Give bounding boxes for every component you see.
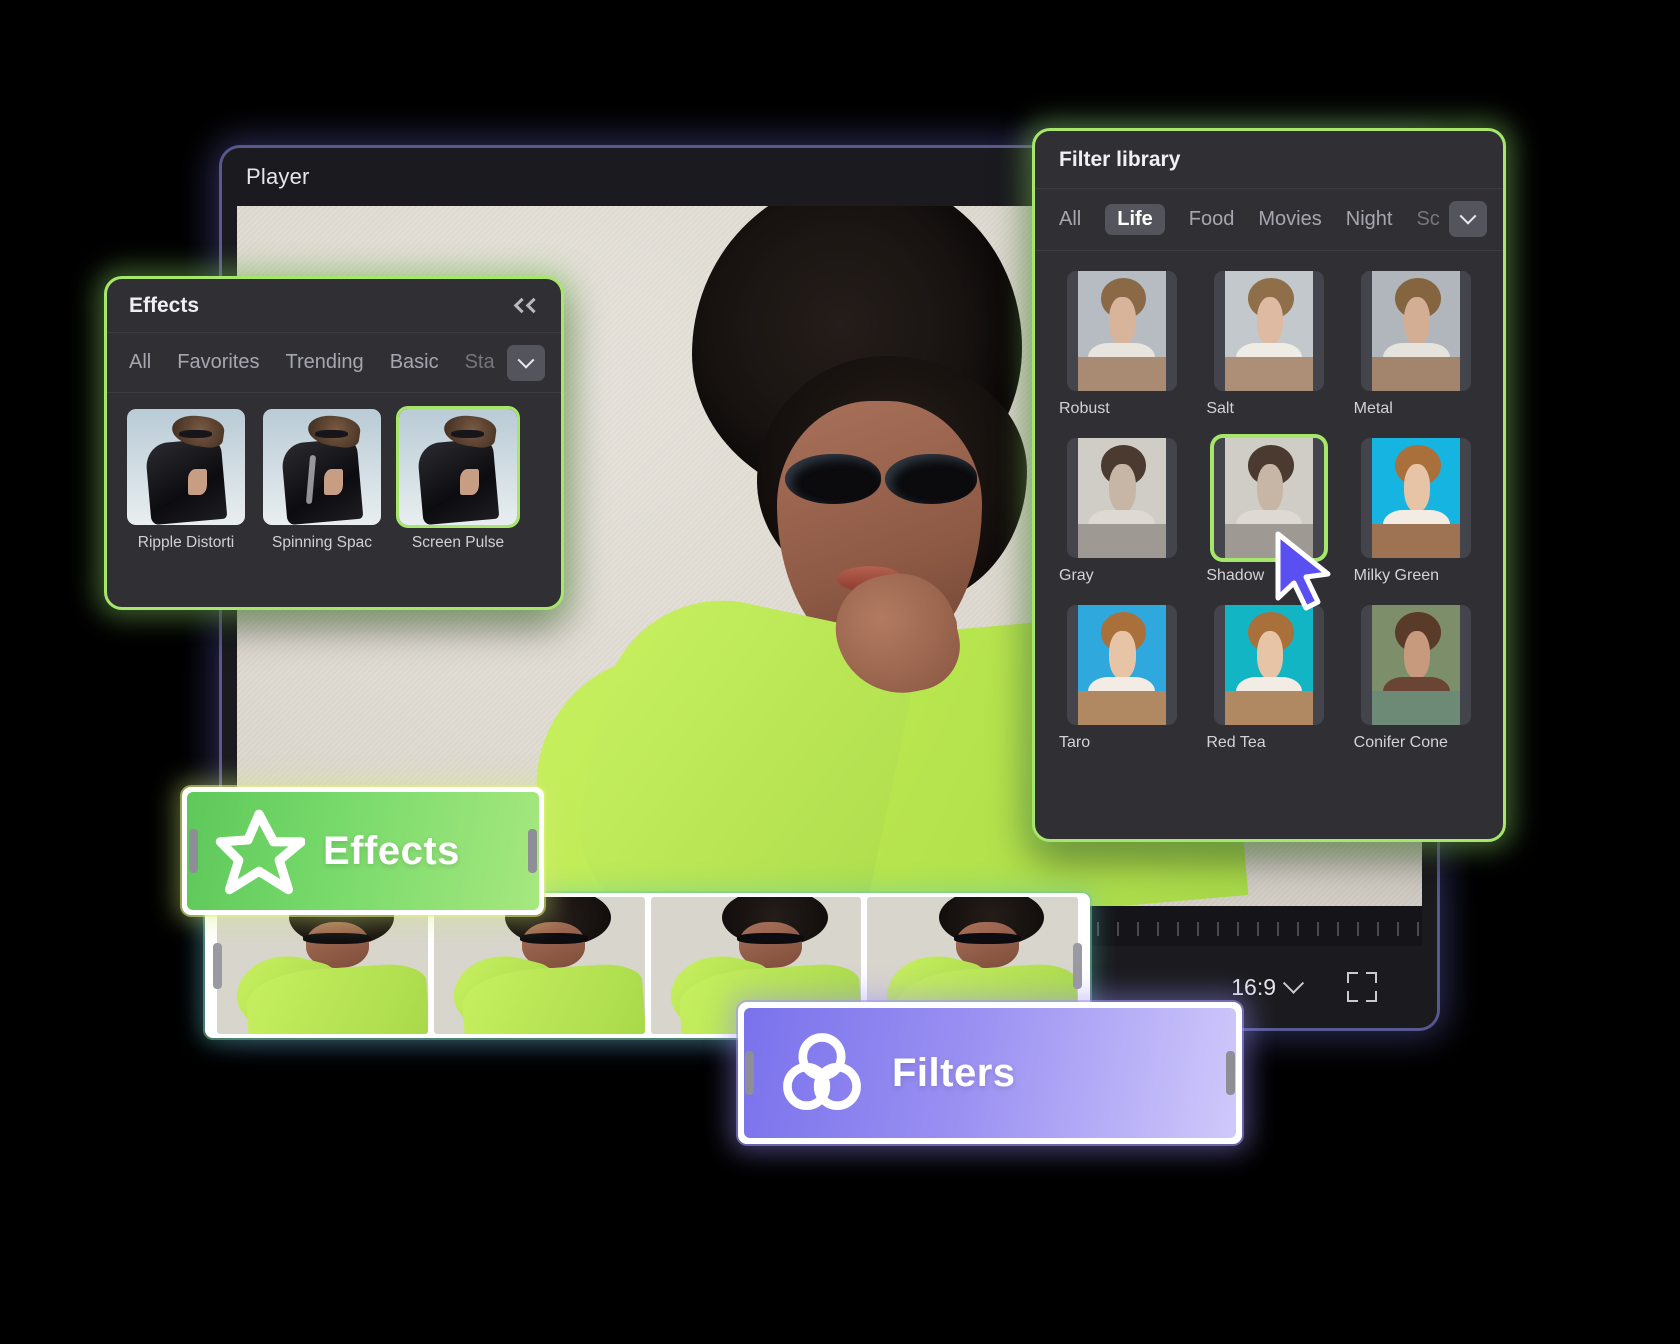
filter-label: Metal — [1353, 400, 1393, 417]
filmstrip-frame[interactable] — [433, 897, 645, 1034]
effect-item-spinning-space[interactable]: Spinning Spac — [263, 409, 381, 552]
three-circles-icon — [783, 1033, 861, 1110]
effect-thumbnail — [127, 409, 245, 525]
effects-tabs-more-button[interactable] — [507, 345, 545, 381]
filter-thumbnail — [1361, 438, 1472, 558]
tab-basic[interactable]: Basic — [390, 351, 439, 374]
filter-item-conifer-cone[interactable]: Conifer Cone — [1354, 605, 1479, 752]
effect-label: Ripple Distorti — [137, 534, 235, 551]
page-title: Player — [246, 164, 310, 189]
filter-thumbnail — [1213, 271, 1324, 391]
filter-item-gray[interactable]: Gray — [1059, 438, 1184, 585]
effects-grid: Ripple Distorti Spinning Spac Screen Pul… — [107, 393, 561, 552]
effect-item-ripple-distortion[interactable]: Ripple Distorti — [127, 409, 245, 552]
clip-trim-handle-left[interactable] — [189, 829, 198, 873]
tab-trending[interactable]: Trending — [285, 351, 363, 374]
chevron-down-icon — [517, 351, 535, 369]
filter-thumbnail — [1066, 438, 1177, 558]
filter-thumbnail — [1066, 271, 1177, 391]
tab-all[interactable]: All — [129, 351, 151, 374]
filter-thumbnail — [1213, 438, 1324, 558]
double-chevron-left-icon[interactable] — [513, 297, 542, 314]
star-outline-icon — [215, 809, 305, 895]
tab-stack-truncated[interactable]: Sta — [465, 351, 495, 374]
chevron-down-icon — [1282, 972, 1305, 994]
track-trim-handle-left[interactable] — [213, 942, 222, 989]
fullscreen-icon[interactable] — [1347, 972, 1377, 1002]
effect-item-screen-pulse[interactable]: Screen Pulse — [399, 409, 517, 552]
tab-scenery-truncated[interactable]: Sc — [1416, 208, 1439, 231]
filter-label: Gray — [1059, 567, 1094, 584]
filter-label: Red Tea — [1206, 734, 1266, 751]
filter-item-taro[interactable]: Taro — [1059, 605, 1184, 752]
effects-panel-title: Effects — [129, 293, 200, 317]
filter-item-robust[interactable]: Robust — [1059, 271, 1184, 418]
filter-category-tabs: All Life Food Movies Night Sc — [1035, 189, 1503, 251]
effect-thumbnail — [263, 409, 381, 525]
filter-item-shadow[interactable]: Shadow — [1206, 438, 1331, 585]
tab-night[interactable]: Night — [1346, 208, 1393, 231]
preview-subject-sunglasses — [785, 454, 985, 506]
timeline-clip-filters[interactable]: Filters — [738, 1002, 1242, 1144]
tab-movies[interactable]: Movies — [1258, 208, 1321, 231]
chevron-down-icon — [1459, 207, 1477, 225]
timeline-clip-effects[interactable]: Effects — [182, 787, 544, 915]
filmstrip-frame[interactable] — [217, 897, 428, 1034]
filter-item-milky-green[interactable]: Milky Green — [1354, 438, 1479, 585]
filter-item-salt[interactable]: Salt — [1206, 271, 1331, 418]
tab-favorites[interactable]: Favorites — [177, 351, 259, 374]
effect-thumbnail — [399, 409, 517, 525]
filter-label: Salt — [1206, 400, 1234, 417]
filter-label: Conifer Cone — [1353, 734, 1448, 751]
filter-label: Taro — [1059, 734, 1091, 751]
app-root: Player 8 16:9 — [0, 0, 1680, 1344]
effects-panel: Effects All Favorites Trending Basic Sta… — [104, 276, 564, 610]
tab-all[interactable]: All — [1059, 208, 1081, 231]
clip-trim-handle-right[interactable] — [1226, 1051, 1235, 1095]
filter-thumbnail — [1361, 605, 1472, 725]
filter-library-title: Filter library — [1059, 147, 1181, 171]
effects-category-tabs: All Favorites Trending Basic Sta — [107, 333, 561, 393]
filter-tabs-more-button[interactable] — [1449, 201, 1487, 237]
filter-library-header: Filter library — [1035, 131, 1503, 189]
clip-trim-handle-right[interactable] — [528, 829, 537, 873]
filter-item-metal[interactable]: Metal — [1354, 271, 1479, 418]
filter-thumbnail — [1066, 605, 1177, 725]
clip-trim-handle-left[interactable] — [745, 1051, 754, 1095]
clip-effects-label: Effects — [323, 828, 460, 873]
tab-food[interactable]: Food — [1189, 208, 1235, 231]
effect-label: Spinning Spac — [272, 534, 372, 551]
filter-thumbnail — [1361, 271, 1472, 391]
aspect-ratio-value: 16:9 — [1231, 973, 1276, 1000]
tab-life[interactable]: Life — [1105, 204, 1165, 235]
filter-label: Milky Green — [1353, 567, 1440, 584]
filter-grid: Robust Salt Metal Gray Shadow Milky Gree… — [1035, 251, 1503, 772]
filter-library-panel: Filter library All Life Food Movies Nigh… — [1032, 128, 1506, 842]
track-trim-handle-right[interactable] — [1073, 942, 1082, 989]
effect-label: Screen Pulse — [411, 534, 505, 551]
clip-filters-label: Filters — [892, 1050, 1016, 1095]
aspect-ratio-selector[interactable]: 16:9 — [1231, 972, 1305, 1001]
effects-panel-header: Effects — [107, 279, 561, 333]
filter-label: Shadow — [1206, 567, 1265, 584]
filter-thumbnail — [1213, 605, 1324, 725]
filter-label: Robust — [1059, 400, 1110, 417]
filter-item-red-tea[interactable]: Red Tea — [1206, 605, 1331, 752]
